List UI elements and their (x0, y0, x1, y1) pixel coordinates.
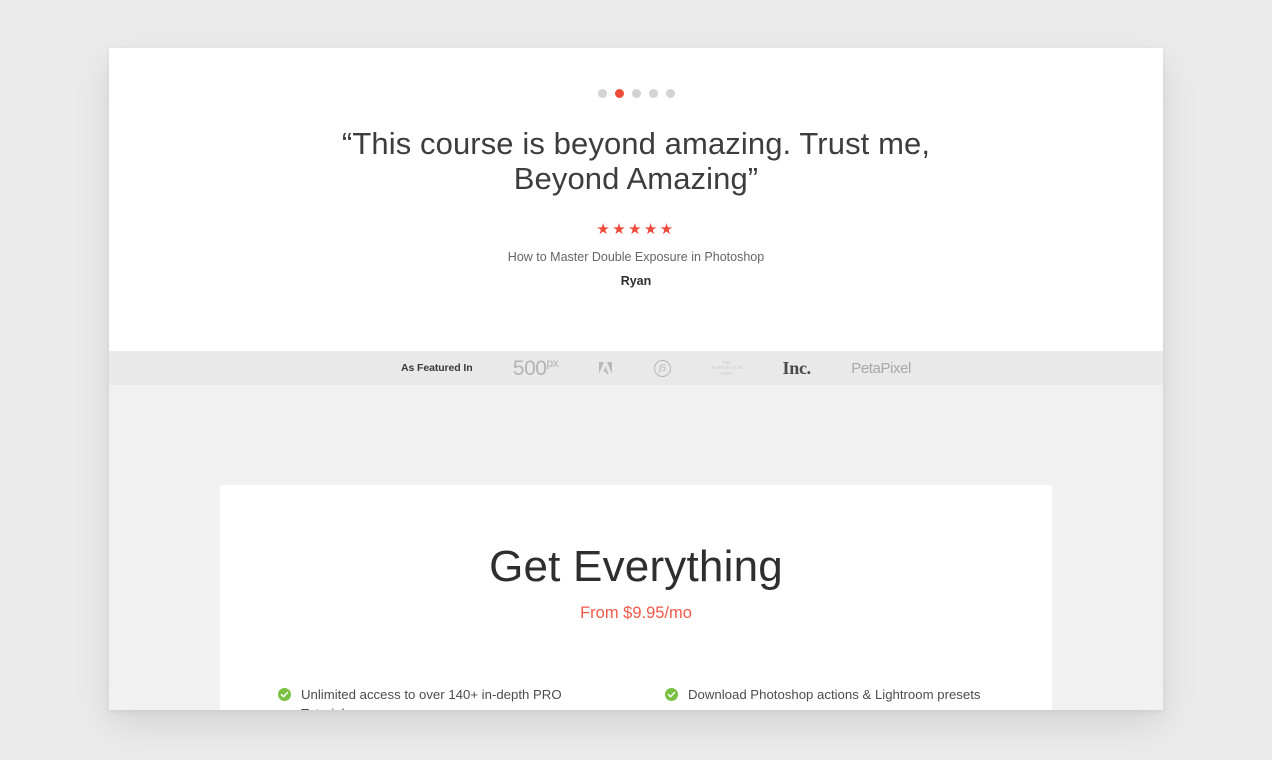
feature-item: Download Photoshop actions & Lightroom p… (665, 685, 994, 710)
carousel-dot-5[interactable] (665, 89, 675, 98)
check-circle-icon (278, 688, 291, 702)
testimonial-course-title: How to Master Double Exposure in Photosh… (507, 250, 765, 264)
logo-fstoppers-text: f5 (658, 362, 666, 373)
carousel-dot-1[interactable] (597, 89, 607, 98)
testimonial-section: “This course is beyond amazing. Trust me… (109, 48, 1163, 351)
logo-500px-text: 500 (512, 357, 547, 380)
carousel-dot-4[interactable] (648, 89, 658, 98)
logo-huffpost-line2: HUFFINGTON (711, 365, 743, 371)
check-circle-icon (665, 688, 678, 702)
feature-text: Unlimited access to over 140+ in-depth P… (301, 687, 562, 710)
logo-inc-icon[interactable]: Inc. (783, 359, 812, 377)
pricing-section: Get Everything From $9.95/mo Unlimited a… (109, 385, 1163, 710)
page-frame: “This course is beyond amazing. Trust me… (109, 48, 1163, 710)
logo-fstoppers-icon[interactable]: f5 (653, 359, 671, 377)
logo-petapixel-icon[interactable]: PetaPixel (851, 361, 911, 376)
pricing-card: Get Everything From $9.95/mo Unlimited a… (220, 485, 1052, 710)
as-featured-in-bar: As Featured In 500px f5 THE HUFFINGTON P… (109, 351, 1163, 385)
logo-huffington-post-icon[interactable]: THE HUFFINGTON POST (711, 360, 742, 376)
logo-huffpost-line3: POST (720, 370, 733, 376)
logo-adobe-icon[interactable] (598, 359, 613, 377)
carousel-dot-3[interactable] (631, 89, 641, 98)
logo-500px-sup: px (546, 356, 559, 370)
pricing-subtitle-price: From $9.95/mo (580, 604, 692, 623)
pricing-title: Get Everything (489, 542, 783, 591)
carousel-dots[interactable] (109, 89, 1163, 98)
features-grid: Unlimited access to over 140+ in-depth P… (220, 685, 1052, 710)
feature-item: Unlimited access to over 140+ in-depth P… (278, 685, 607, 710)
feature-text: Download Photoshop actions & Lightroom p… (688, 687, 981, 703)
star-rating: ★★★★★ (596, 221, 676, 238)
testimonial-author: Ryan (620, 274, 652, 288)
testimonial-quote: “This course is beyond amazing. Trust me… (341, 126, 931, 196)
as-featured-in-label: As Featured In (401, 362, 473, 374)
logo-500px-icon[interactable]: 500px (512, 356, 559, 380)
carousel-dot-2[interactable] (614, 89, 624, 98)
